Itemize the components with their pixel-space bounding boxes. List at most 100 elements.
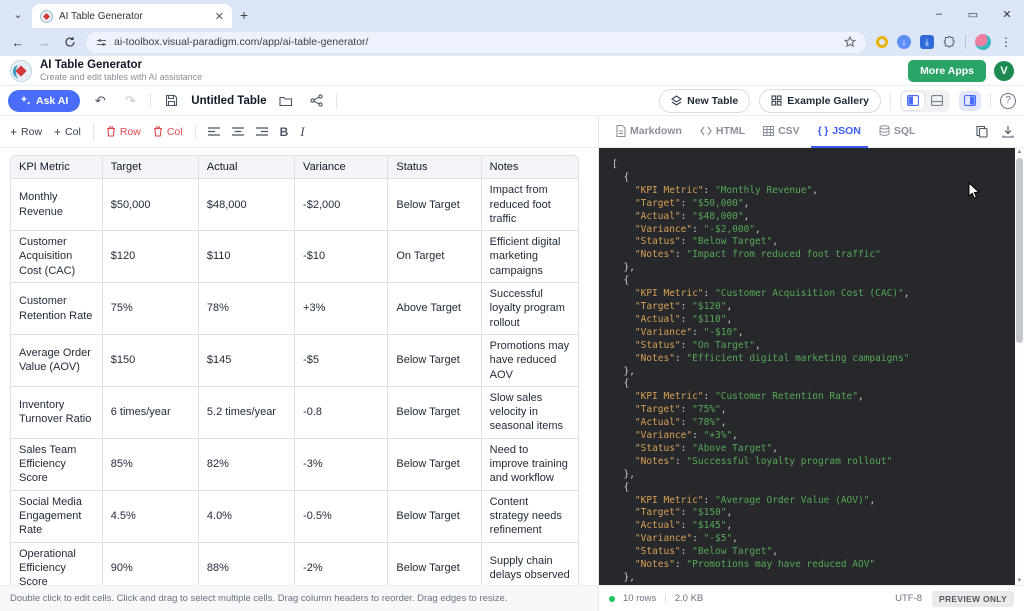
table-cell[interactable]: -$2,000 — [295, 179, 388, 231]
table-cell[interactable]: $110 — [199, 231, 295, 283]
table-cell[interactable]: Above Target — [388, 283, 481, 335]
table-cell[interactable]: Content strategy needs refinement — [482, 491, 579, 543]
extension-install-icon[interactable]: ⤓ — [920, 35, 934, 49]
table-cell[interactable]: Customer Retention Rate — [10, 283, 103, 335]
export-tab-json[interactable]: { }JSON — [811, 116, 868, 148]
browser-tab[interactable]: AI Table Generator ✕ — [32, 4, 232, 28]
bold-button[interactable]: B — [280, 125, 289, 139]
extensions-puzzle-icon[interactable] — [943, 36, 956, 49]
table-cell[interactable]: 75% — [103, 283, 199, 335]
table-cell[interactable]: -$5 — [295, 335, 388, 387]
table-cell[interactable]: Below Target — [388, 439, 481, 491]
tab-close-icon[interactable]: ✕ — [215, 10, 224, 23]
help-icon[interactable]: ? — [1000, 93, 1016, 109]
table-cell[interactable]: Need to improve training and workflow — [482, 439, 579, 491]
table-cell[interactable]: 4.0% — [199, 491, 295, 543]
ask-ai-button[interactable]: Ask AI — [8, 90, 80, 112]
table-cell[interactable]: Promotions may have reduced AOV — [482, 335, 579, 387]
table-cell[interactable]: 85% — [103, 439, 199, 491]
share-icon[interactable] — [306, 91, 326, 111]
split-vertical-icon[interactable] — [902, 92, 924, 110]
table-cell[interactable]: Below Target — [388, 335, 481, 387]
table-cell[interactable]: +3% — [295, 283, 388, 335]
table-cell[interactable]: Social Media Engagement Rate — [10, 491, 103, 543]
column-header[interactable]: Target — [103, 155, 199, 179]
table-cell[interactable]: Operational Efficiency Score — [10, 543, 103, 585]
scroll-down-icon[interactable]: ▼ — [1015, 578, 1024, 584]
column-header[interactable]: Actual — [199, 155, 295, 179]
url-text[interactable]: ai-toolbox.visual-paradigm.com/app/ai-ta… — [114, 36, 837, 48]
user-avatar[interactable]: V — [994, 61, 1014, 81]
table-cell[interactable]: Sales Team Efficiency Score — [10, 439, 103, 491]
column-header[interactable]: Variance — [295, 155, 388, 179]
table-cell[interactable]: -3% — [295, 439, 388, 491]
table-cell[interactable]: 5.2 times/year — [199, 387, 295, 439]
new-tab-button[interactable]: + — [240, 7, 248, 23]
italic-button[interactable]: I — [300, 124, 304, 140]
address-bar[interactable]: ai-toolbox.visual-paradigm.com/app/ai-ta… — [86, 32, 866, 53]
table-cell[interactable]: 6 times/year — [103, 387, 199, 439]
column-header[interactable]: Notes — [482, 155, 579, 179]
back-button[interactable]: ← — [8, 32, 28, 52]
undo-icon[interactable]: ↶ — [90, 91, 110, 111]
export-tab-html[interactable]: HTML — [693, 116, 752, 148]
export-tab-csv[interactable]: CSV — [756, 116, 807, 148]
table-cell[interactable]: Monthly Revenue — [10, 179, 103, 231]
scroll-up-icon[interactable]: ▲ — [1015, 149, 1024, 155]
extension-download-icon[interactable]: ↓ — [897, 35, 911, 49]
table-cell[interactable]: -2% — [295, 543, 388, 585]
table-cell[interactable]: 82% — [199, 439, 295, 491]
site-settings-icon[interactable] — [96, 37, 107, 48]
copy-icon[interactable] — [976, 125, 988, 138]
table-cell[interactable]: Impact from reduced foot traffic — [482, 179, 579, 231]
forward-button[interactable]: → — [34, 32, 54, 52]
document-title[interactable]: Untitled Table — [191, 95, 266, 107]
table-cell[interactable]: Inventory Turnover Ratio — [10, 387, 103, 439]
browser-menu-icon[interactable]: ⋮ — [1000, 35, 1012, 49]
table-cell[interactable]: $48,000 — [199, 179, 295, 231]
more-apps-button[interactable]: More Apps — [908, 60, 986, 82]
align-right-icon[interactable] — [256, 127, 268, 137]
table-cell[interactable]: -0.5% — [295, 491, 388, 543]
open-folder-icon[interactable] — [276, 91, 296, 111]
align-left-icon[interactable] — [208, 127, 220, 137]
split-horizontal-icon[interactable] — [926, 92, 948, 110]
table-cell[interactable]: Customer Acquisition Cost (CAC) — [10, 231, 103, 283]
table-cell[interactable]: 90% — [103, 543, 199, 585]
table-cell[interactable]: $150 — [103, 335, 199, 387]
download-icon[interactable] — [1002, 125, 1014, 138]
export-tab-markdown[interactable]: Markdown — [609, 116, 689, 148]
table-cell[interactable]: $145 — [199, 335, 295, 387]
code-scrollbar[interactable]: ▲ ▼ — [1015, 148, 1024, 585]
example-gallery-button[interactable]: Example Gallery — [759, 89, 881, 113]
delete-row-button[interactable]: Row — [106, 126, 141, 138]
align-center-icon[interactable] — [232, 127, 244, 137]
table-cell[interactable]: $50,000 — [103, 179, 199, 231]
add-col-button[interactable]: +Col — [54, 125, 81, 139]
table-cell[interactable]: -0.8 — [295, 387, 388, 439]
table-cell[interactable]: Supply chain delays observed — [482, 543, 579, 585]
table-cell[interactable]: Below Target — [388, 387, 481, 439]
export-tab-sql[interactable]: SQL — [872, 116, 923, 148]
json-code-panel[interactable]: [ { "KPI Metric": "Monthly Revenue", "Ta… — [599, 148, 1015, 585]
column-header[interactable]: KPI Metric — [10, 155, 103, 179]
table-cell[interactable]: Below Target — [388, 179, 481, 231]
add-row-button[interactable]: +Row — [10, 125, 42, 139]
minimize-button[interactable]: – — [922, 0, 956, 28]
delete-col-button[interactable]: Col — [153, 126, 183, 138]
redo-icon[interactable]: ↷ — [120, 91, 140, 111]
table-cell[interactable]: 4.5% — [103, 491, 199, 543]
table-cell[interactable]: 78% — [199, 283, 295, 335]
close-button[interactable]: ✕ — [990, 0, 1024, 28]
new-table-button[interactable]: New Table — [659, 89, 750, 113]
table-cell[interactable]: Slow sales velocity in seasonal items — [482, 387, 579, 439]
column-header[interactable]: Status — [388, 155, 481, 179]
table-cell[interactable]: Efficient digital marketing campaigns — [482, 231, 579, 283]
reload-button[interactable] — [60, 32, 80, 52]
table-cell[interactable]: On Target — [388, 231, 481, 283]
table-cell[interactable]: Below Target — [388, 491, 481, 543]
table-cell[interactable]: Successful loyalty program rollout — [482, 283, 579, 335]
table-cell[interactable]: -$10 — [295, 231, 388, 283]
table-cell[interactable]: Average Order Value (AOV) — [10, 335, 103, 387]
save-icon[interactable] — [161, 91, 181, 111]
